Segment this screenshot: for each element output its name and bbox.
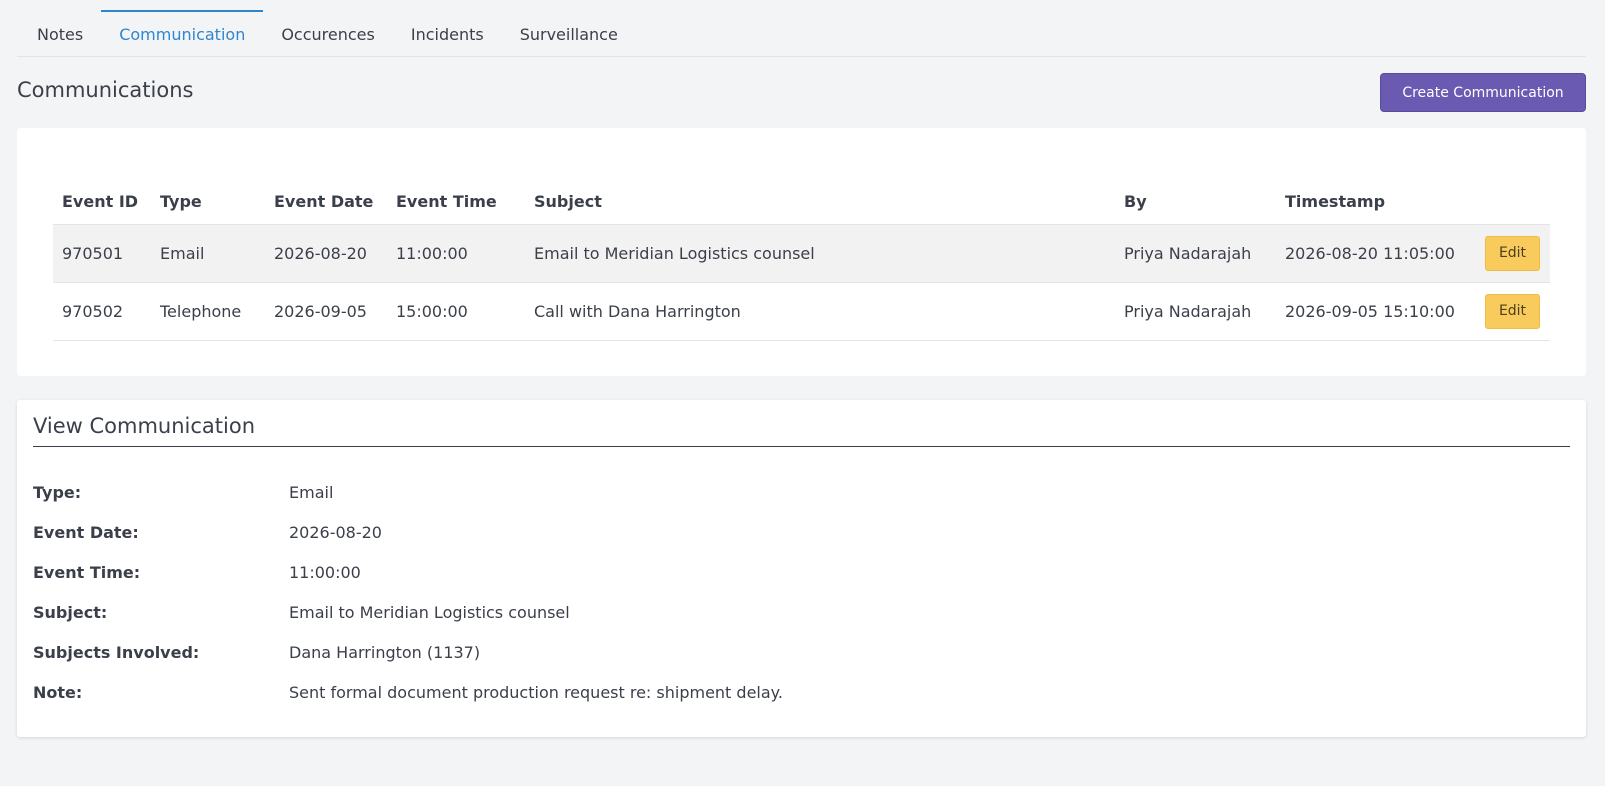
tab-occurences[interactable]: Occurences — [263, 10, 393, 56]
cell-event-time: 11:00:00 — [387, 224, 525, 283]
column-header-type[interactable]: Type — [151, 180, 265, 225]
detail-label: Event Date: — [33, 522, 139, 542]
view-communication-title: View Communication — [33, 414, 256, 438]
detail-subject: Subject: Email to Meridian Logistics cou… — [33, 600, 570, 624]
column-header-event-time[interactable]: Event Time — [387, 180, 525, 225]
cell-event-id: 970502 — [53, 282, 151, 341]
column-header-subject[interactable]: Subject — [525, 180, 1115, 225]
cell-event-date: 2026-08-20 — [265, 224, 387, 283]
create-communication-button[interactable]: Create Communication — [1380, 73, 1586, 112]
cell-actions: Edit — [1476, 282, 1550, 341]
column-header-by[interactable]: By — [1115, 180, 1276, 225]
column-header-timestamp[interactable]: Timestamp — [1276, 180, 1476, 225]
edit-button[interactable]: Edit — [1485, 235, 1540, 271]
column-header-event-id[interactable]: Event ID — [53, 180, 151, 225]
detail-value: Email — [289, 482, 334, 502]
detail-type: Type: Email — [33, 480, 333, 504]
page: Notes Communication Occurences Incidents… — [0, 0, 1605, 786]
detail-label: Event Time: — [33, 562, 141, 582]
cell-timestamp: 2026-08-20 11:05:00 — [1276, 224, 1476, 283]
cell-event-time: 15:00:00 — [387, 282, 525, 341]
column-header-actions — [1476, 180, 1550, 225]
detail-label: Subjects Involved: — [33, 642, 200, 662]
detail-label: Type: — [33, 482, 82, 502]
detail-value: Email to Meridian Logistics counsel — [289, 602, 570, 622]
table-header-row: Event ID Type Event Date Event Time Subj… — [53, 180, 1550, 225]
tab-notes[interactable]: Notes — [19, 10, 101, 56]
page-title: Communications — [17, 78, 194, 102]
detail-value: 11:00:00 — [289, 562, 361, 582]
detail-subjects-involved: Subjects Involved: Dana Harrington (1137… — [33, 640, 480, 664]
cell-event-date: 2026-09-05 — [265, 282, 387, 341]
table-row[interactable]: 970502 Telephone 2026-09-05 15:00:00 Cal… — [53, 282, 1550, 341]
detail-label: Note: — [33, 682, 83, 702]
column-header-event-date[interactable]: Event Date — [265, 180, 387, 225]
cell-event-id: 970501 — [53, 224, 151, 283]
cell-by: Priya Nadarajah — [1115, 282, 1276, 341]
edit-button[interactable]: Edit — [1485, 293, 1540, 329]
tab-incidents[interactable]: Incidents — [393, 10, 502, 56]
table-row[interactable]: 970501 Email 2026-08-20 11:00:00 Email t… — [53, 224, 1550, 283]
detail-value: 2026-08-20 — [289, 522, 382, 542]
detail-event-date: Event Date: 2026-08-20 — [33, 520, 382, 544]
tab-communication[interactable]: Communication — [101, 10, 264, 56]
cell-subject: Call with Dana Harrington — [525, 282, 1115, 341]
cell-type: Email — [151, 224, 265, 283]
detail-event-time: Event Time: 11:00:00 — [33, 560, 361, 584]
divider — [33, 446, 1570, 447]
cell-actions: Edit — [1476, 224, 1550, 283]
cell-timestamp: 2026-09-05 15:10:00 — [1276, 282, 1476, 341]
cell-by: Priya Nadarajah — [1115, 224, 1276, 283]
tab-surveillance[interactable]: Surveillance — [502, 10, 636, 56]
communications-table-card: Event ID Type Event Date Event Time Subj… — [17, 128, 1586, 376]
tab-bar: Notes Communication Occurences Incidents… — [17, 10, 1586, 57]
cell-subject: Email to Meridian Logistics counsel — [525, 224, 1115, 283]
detail-value: Dana Harrington (1137) — [289, 642, 481, 662]
cell-type: Telephone — [151, 282, 265, 341]
view-communication-panel: View Communication Type: Email Event Dat… — [17, 400, 1586, 737]
detail-value: Sent formal document production request … — [289, 682, 783, 702]
communications-table: Event ID Type Event Date Event Time Subj… — [53, 180, 1550, 341]
detail-note: Note: Sent formal document production re… — [33, 680, 783, 704]
detail-label: Subject: — [33, 602, 108, 622]
